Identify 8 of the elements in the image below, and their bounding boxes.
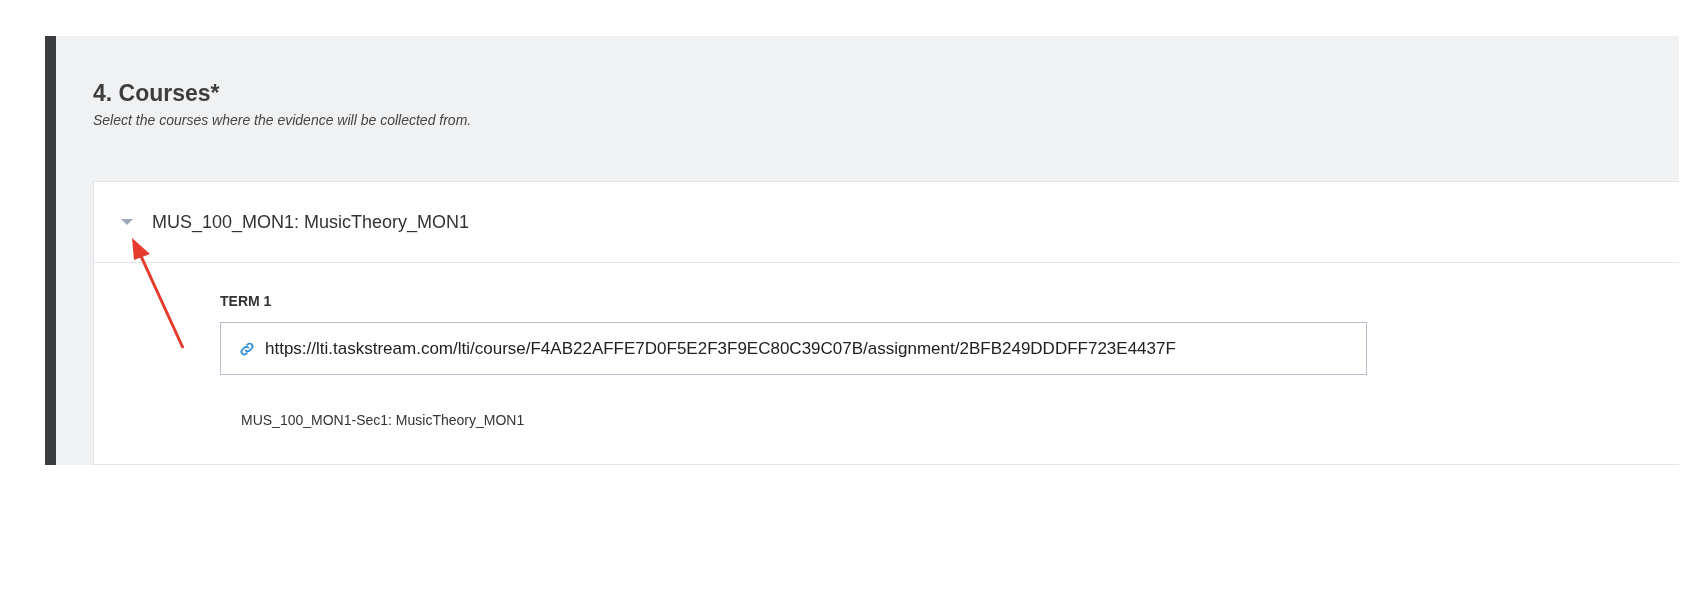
section-title: 4. Courses* [93,80,221,107]
term-label: TERM 1 [220,293,273,309]
link-icon [239,340,255,357]
section-subtitle: Select the courses where the evidence will be collected from. [93,112,473,128]
course-section: MUS_100_MON1-Sec1: MusicTheory_MON1 [241,412,1679,428]
caret-icon[interactable] [120,217,134,227]
course-name: MUS_100_MON1: MusicTheory_MON1 [152,211,470,233]
link-field[interactable]: https://lti.taskstream.com/lti/course/F4AB22AFFE7D0F5E2F3F9EC80C39C07B/assignment/2BFB249DDDFF723E4437F [220,322,1367,375]
